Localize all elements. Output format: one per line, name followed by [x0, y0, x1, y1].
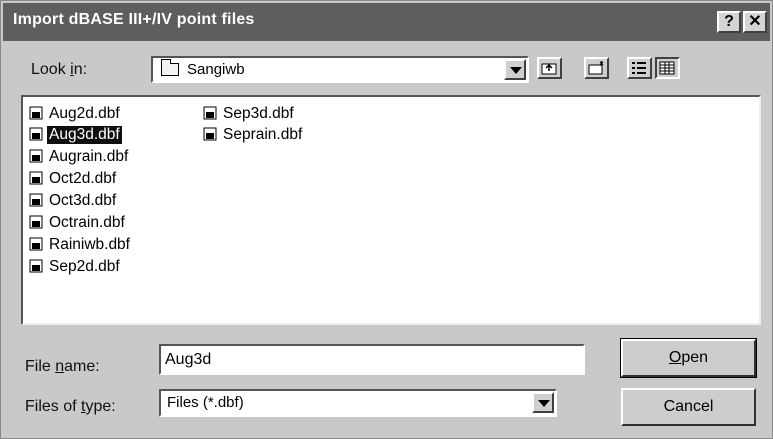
files-of-type-label-suffix: ype:: [85, 398, 116, 415]
dbf-file-icon: [29, 106, 43, 120]
files-of-type-dropdown-arrow[interactable]: [532, 392, 554, 413]
file-list-item[interactable]: Oct2d.dbf: [29, 170, 118, 190]
file-list[interactable]: Aug2d.dbf Aug3d.dbf Augrain.dbf Oct2d.db…: [21, 95, 761, 325]
files-of-type-value: Files (*.dbf): [167, 394, 244, 411]
title-bar[interactable]: Import dBASE III+/IV point files ? ✕: [3, 3, 770, 41]
file-list-item[interactable]: Oct3d.dbf: [29, 192, 118, 212]
file-name-text: Octrain.dbf: [49, 214, 125, 231]
details-view-icon: [659, 61, 675, 75]
file-list-item[interactable]: Octrain.dbf: [29, 214, 127, 234]
cancel-button[interactable]: Cancel: [621, 388, 756, 426]
file-list-item[interactable]: Augrain.dbf: [29, 148, 130, 168]
dbf-file-icon: [29, 193, 43, 207]
close-button[interactable]: ✕: [743, 11, 767, 33]
dbf-file-icon: [29, 215, 43, 229]
list-view-icon: [632, 62, 646, 74]
look-in-label-prefix: Look: [31, 61, 71, 78]
new-folder-icon: [588, 61, 604, 75]
file-list-item[interactable]: Aug2d.dbf: [29, 105, 122, 125]
look-in-dropdown-arrow[interactable]: [504, 59, 526, 80]
dbf-file-icon: [29, 127, 43, 141]
files-of-type-label: Files of type:: [25, 398, 116, 416]
open-button[interactable]: Open: [620, 338, 757, 378]
file-list-item[interactable]: Rainiwb.dbf: [29, 236, 132, 256]
details-view-button[interactable]: [655, 57, 680, 79]
import-dialog: Import dBASE III+/IV point files ? ✕ Loo…: [0, 0, 773, 439]
up-one-level-icon: [541, 63, 557, 75]
file-name-label-mnemonic: n: [55, 358, 65, 375]
help-icon: ?: [724, 13, 734, 30]
open-button-label: pen: [681, 349, 709, 366]
file-list-item-selected[interactable]: Aug3d.dbf: [29, 126, 122, 146]
file-list-item[interactable]: Seprain.dbf: [203, 126, 304, 146]
file-name-text: Sep3d.dbf: [223, 105, 294, 122]
dbf-file-icon: [203, 127, 217, 141]
file-name-label-suffix: ame:: [64, 358, 100, 375]
look-in-value: Sangiwb: [187, 61, 245, 78]
file-list-item[interactable]: Sep2d.dbf: [29, 258, 122, 278]
dbf-file-icon: [29, 259, 43, 273]
look-in-label: Look in:: [31, 61, 87, 79]
dialog-title: Import dBASE III+/IV point files: [13, 11, 255, 28]
files-of-type-combo[interactable]: Files (*.dbf): [159, 389, 557, 417]
file-name-text: Aug3d.dbf: [47, 126, 122, 144]
folder-icon: [161, 59, 179, 76]
look-in-combo[interactable]: Sangiwb: [151, 56, 529, 83]
file-name-text: Oct3d.dbf: [49, 192, 117, 209]
file-name-text: Rainiwb.dbf: [49, 236, 130, 253]
dbf-file-icon: [29, 237, 43, 251]
new-folder-button[interactable]: [584, 57, 609, 79]
file-name-text: Sep2d.dbf: [49, 258, 120, 275]
close-icon: ✕: [748, 13, 762, 30]
dbf-file-icon: [203, 106, 217, 120]
open-button-mnemonic: O: [668, 349, 682, 366]
files-of-type-label-prefix: Files of: [25, 398, 82, 415]
file-name-text: Aug2d.dbf: [49, 105, 120, 122]
file-list-item[interactable]: Sep3d.dbf: [203, 105, 296, 125]
file-name-label: File name:: [25, 358, 100, 376]
file-name-text: Seprain.dbf: [223, 126, 303, 143]
file-name-text: Augrain.dbf: [49, 148, 129, 165]
look-in-label-suffix: n:: [73, 61, 88, 78]
up-one-level-button[interactable]: [537, 57, 562, 79]
list-view-button[interactable]: [627, 57, 652, 79]
file-name-input[interactable]: [161, 346, 583, 373]
file-name-label-prefix: File: [25, 358, 56, 375]
file-name-text: Oct2d.dbf: [49, 170, 117, 187]
dbf-file-icon: [29, 171, 43, 185]
help-button[interactable]: ?: [717, 11, 741, 33]
dbf-file-icon: [29, 149, 43, 163]
file-name-field[interactable]: [159, 344, 585, 375]
